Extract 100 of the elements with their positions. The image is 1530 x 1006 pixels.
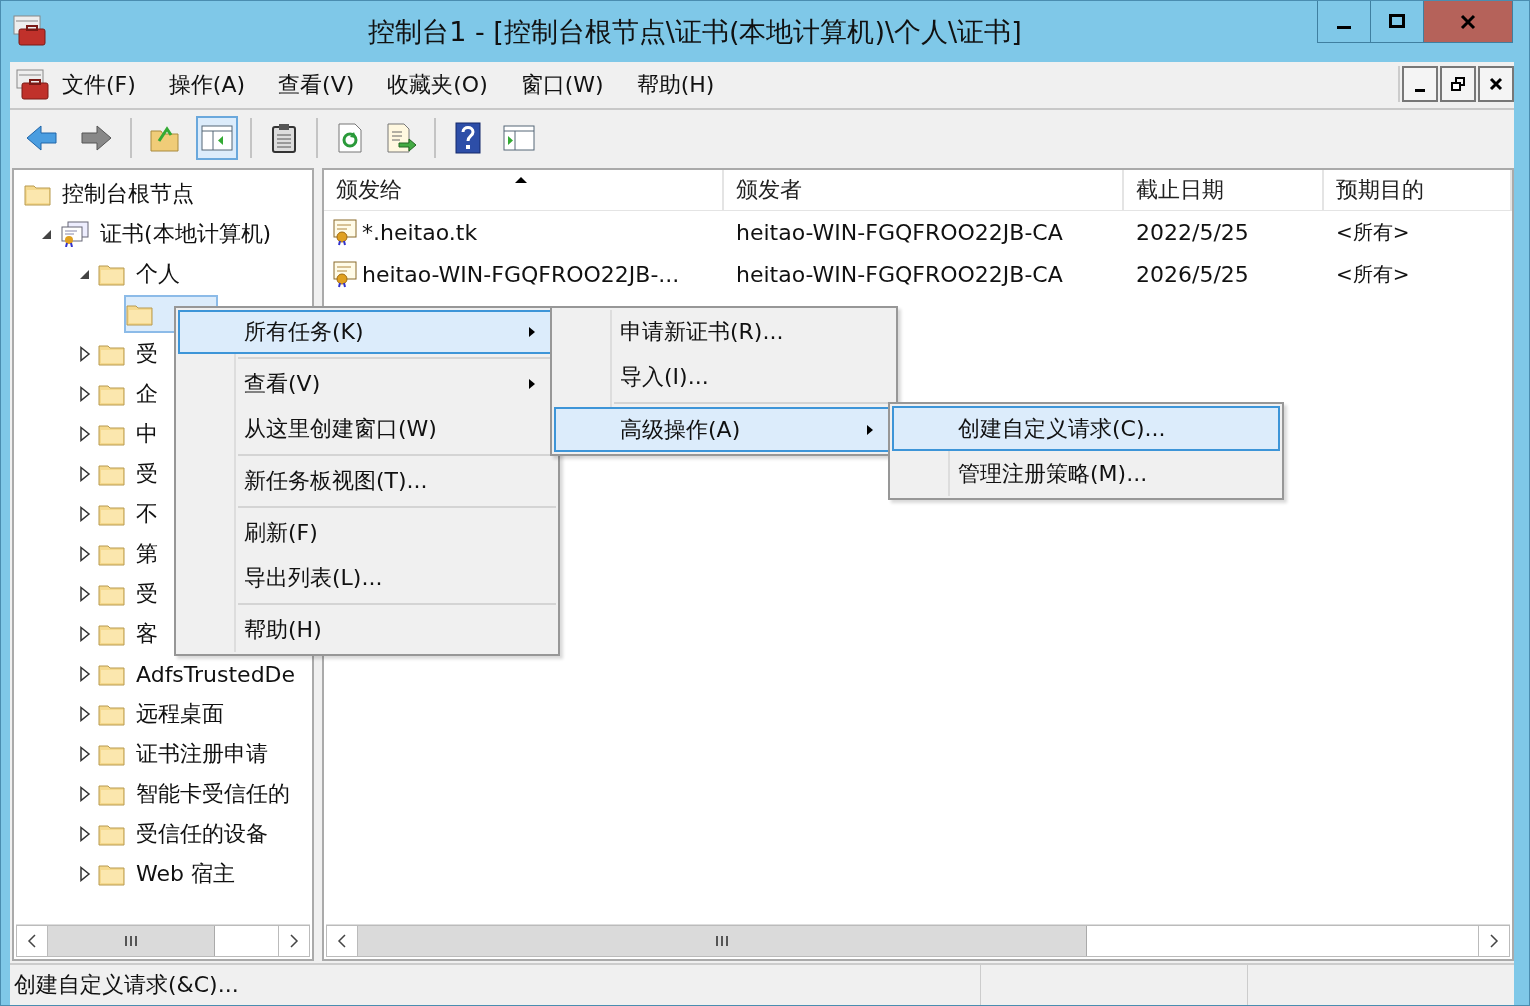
collapsed-arrow-icon[interactable] (78, 626, 92, 642)
table-cell-text: <所有> (1335, 218, 1411, 246)
table-cell-text: <所有> (1335, 260, 1411, 288)
chevron-left-icon (27, 934, 37, 948)
column-header[interactable]: 预期目的 (1324, 170, 1512, 210)
toolbox-app-icon (13, 15, 47, 47)
folder-icon (126, 302, 154, 326)
folder-icon (98, 382, 126, 406)
menu-item[interactable]: 创建自定义请求(C)... (892, 406, 1280, 451)
folder-icon (98, 542, 126, 566)
folder-icon (24, 182, 52, 206)
collapsed-arrow-icon[interactable] (78, 666, 92, 682)
table-cell-text: 2022/5/25 (1135, 218, 1250, 247)
restore-button[interactable] (1440, 66, 1476, 102)
collapsed-arrow-icon[interactable] (78, 506, 92, 522)
menu-item[interactable]: 申请新证书(R)... (554, 310, 894, 355)
menu-bar-item[interactable]: 帮助(H) (636, 70, 715, 100)
table-cell-text: heitao-WIN-FGQFROO22JB-CA (735, 260, 1064, 289)
folder-icon (98, 422, 126, 446)
collapsed-arrow-icon[interactable] (78, 466, 92, 482)
chevron-right-icon (1489, 934, 1499, 948)
table-cell: heitao-WIN-FGQFROO22JB-... (324, 253, 724, 295)
column-header[interactable]: 颁发者 (724, 170, 1124, 210)
collapsed-arrow-icon[interactable] (78, 706, 92, 722)
scroll-right-button[interactable] (278, 925, 310, 957)
minimize-button[interactable] (1402, 66, 1438, 102)
menu-item[interactable]: 刷新(F) (178, 511, 556, 556)
table-cell-text: 2026/5/25 (1135, 260, 1250, 289)
folder-icon (98, 862, 126, 886)
minimize-icon (1415, 88, 1425, 92)
table-cell: *.heitao.tk (324, 211, 724, 253)
collapsed-arrow-icon[interactable] (78, 746, 92, 762)
tree-item[interactable]: 受 (136, 339, 158, 369)
menu-bar-item[interactable]: 文件(F) (62, 70, 136, 100)
tree-item[interactable]: 证书注册申请 (136, 739, 268, 769)
grip-icon (122, 935, 139, 947)
menu-item[interactable]: 导出列表(L)... (178, 555, 556, 600)
tree-item[interactable]: Web 宿主 (136, 859, 235, 889)
scroll-left-button[interactable] (16, 925, 48, 957)
tree-item[interactable]: 远程桌面 (136, 699, 224, 729)
tree-item[interactable]: 不 (136, 499, 158, 529)
window-title: 控制台1 - [控制台根节点\证书(本地计算机)\个人\证书] (368, 14, 1022, 49)
collapsed-arrow-icon[interactable] (78, 786, 92, 802)
sort-ascending-icon (514, 176, 528, 184)
collapsed-arrow-icon[interactable] (78, 346, 92, 362)
folder-icon (98, 782, 126, 806)
folder-icon (98, 342, 126, 366)
scroll-right-button[interactable] (1478, 925, 1510, 957)
scroll-left-button[interactable] (326, 925, 358, 957)
menu-item[interactable]: 管理注册策略(M)... (892, 451, 1280, 496)
table-cell-text: heitao-WIN-FGQFROO22JB-CA (735, 218, 1064, 247)
tree-item[interactable]: 证书(本地计算机) (100, 219, 272, 249)
collapsed-arrow-icon[interactable] (78, 386, 92, 402)
collapsed-arrow-icon[interactable] (78, 866, 92, 882)
collapsed-arrow-icon[interactable] (78, 586, 92, 602)
menu-bar-item[interactable]: 收藏夹(O) (387, 70, 488, 100)
folder-icon (98, 582, 126, 606)
toolbox-app-icon (16, 69, 50, 101)
menu-item[interactable]: 导入(I)... (554, 354, 894, 400)
tree-item[interactable]: 控制台根节点 (62, 179, 194, 209)
folder-icon (98, 822, 126, 846)
folder-icon (98, 662, 126, 686)
tree-item[interactable]: 中 (136, 419, 158, 449)
tree-item[interactable]: 个人 (136, 259, 180, 289)
chevron-right-icon (289, 934, 299, 948)
chevron-left-icon (337, 934, 347, 948)
tree-item[interactable]: 客 (136, 619, 158, 649)
column-header[interactable]: 颁发给 (324, 170, 724, 210)
tree-item[interactable]: AdfsTrustedDe (136, 661, 296, 687)
collapsed-arrow-icon[interactable] (78, 826, 92, 842)
tree-item[interactable]: 企 (136, 379, 158, 409)
scrollbar-thumb[interactable] (358, 926, 1087, 956)
menu-item[interactable]: 帮助(H) (178, 607, 556, 652)
folder-icon (98, 502, 126, 526)
tree-item[interactable]: 受 (136, 579, 158, 609)
column-header[interactable]: 截止日期 (1124, 170, 1324, 210)
close-icon (1459, 13, 1477, 30)
folder-icon (98, 262, 126, 286)
menu-bar-item[interactable]: 窗口(W) (520, 70, 604, 100)
collapsed-arrow-icon[interactable] (78, 546, 92, 562)
tree-item[interactable]: 智能卡受信任的 (136, 779, 290, 809)
menu-item[interactable]: 新任务板视图(T)... (178, 458, 556, 504)
close-button[interactable] (1478, 66, 1514, 102)
collapsed-arrow-icon[interactable] (78, 426, 92, 442)
tree-item[interactable]: 受 (136, 459, 158, 489)
maximize-icon (1389, 13, 1405, 30)
folder-icon (98, 742, 126, 766)
tree-item[interactable]: 受信任的设备 (136, 819, 268, 849)
tree-item[interactable]: 第 (136, 539, 158, 569)
tree-tool-button[interactable] (196, 116, 238, 160)
certificate-computer-icon (60, 221, 90, 247)
folder-icon (98, 462, 126, 486)
scrollbar-thumb[interactable] (48, 926, 215, 956)
menu-bar-item[interactable]: 查看(V) (278, 70, 355, 100)
close-icon (1489, 77, 1503, 91)
menu-bar-item[interactable]: 操作(A) (168, 70, 246, 100)
folder-icon (98, 622, 126, 646)
restore-icon (1451, 77, 1465, 91)
minimize-icon (1337, 26, 1351, 29)
grip-icon (714, 935, 730, 947)
